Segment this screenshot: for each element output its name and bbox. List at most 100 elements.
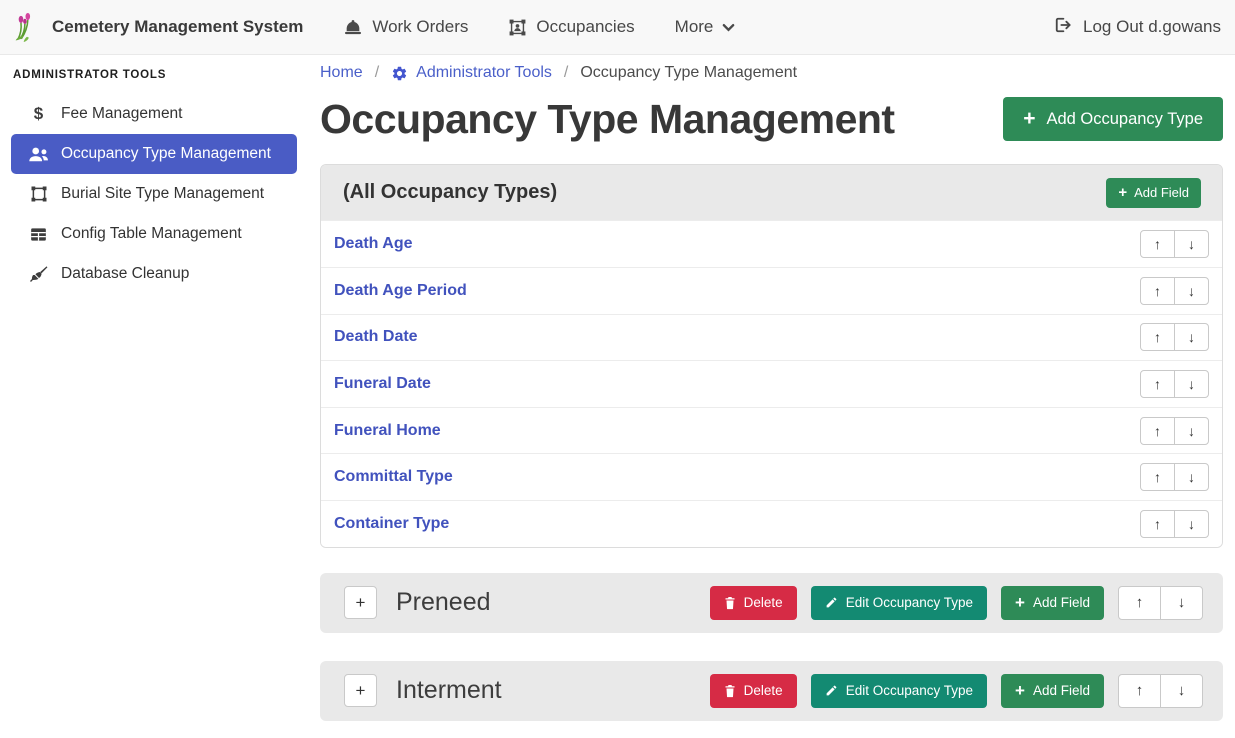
- reorder-controls: ↑ ↓: [1140, 510, 1209, 538]
- edit-occupancy-type-button[interactable]: Edit Occupancy Type: [811, 674, 987, 708]
- add-field-button[interactable]: + Add Field: [1001, 674, 1104, 708]
- brand-title: Cemetery Management System: [52, 17, 303, 37]
- reorder-controls: ↑ ↓: [1140, 230, 1209, 258]
- breadcrumb-home-link[interactable]: Home: [320, 64, 363, 82]
- field-link-death-date[interactable]: Death Date: [334, 328, 418, 346]
- move-up-button[interactable]: ↑: [1140, 463, 1175, 491]
- reorder-controls: ↑ ↓: [1140, 463, 1209, 491]
- field-row: Committal Type ↑ ↓: [321, 453, 1222, 500]
- expand-button[interactable]: +: [344, 586, 377, 619]
- field-row: Death Date ↑ ↓: [321, 314, 1222, 361]
- section-title: Preneed: [396, 588, 491, 617]
- page-title: Occupancy Type Management: [320, 95, 895, 143]
- field-link-death-age[interactable]: Death Age: [334, 235, 413, 253]
- vector-square-icon: [27, 185, 50, 203]
- move-up-button[interactable]: ↑: [1140, 370, 1175, 398]
- sidebar-item-burial-site-type-management[interactable]: Burial Site Type Management: [11, 174, 297, 214]
- sidebar-item-fee-management[interactable]: $ Fee Management: [11, 94, 297, 134]
- delete-button[interactable]: Delete: [710, 674, 797, 708]
- card-header: (All Occupancy Types) + Add Field: [321, 165, 1222, 220]
- add-occupancy-type-label: Add Occupancy Type: [1046, 110, 1203, 129]
- nav-more-label: More: [675, 17, 714, 37]
- move-up-button[interactable]: ↑: [1140, 230, 1175, 258]
- nav-item-work-orders[interactable]: Work Orders: [343, 17, 468, 37]
- plus-icon: +: [1015, 593, 1025, 613]
- field-link-committal-type[interactable]: Committal Type: [334, 468, 453, 486]
- move-down-button[interactable]: ↓: [1174, 277, 1209, 305]
- expand-button[interactable]: +: [344, 674, 377, 707]
- field-link-container-type[interactable]: Container Type: [334, 515, 449, 533]
- move-down-button[interactable]: ↓: [1174, 463, 1209, 491]
- occupancy-stamp-icon: [508, 18, 527, 37]
- move-up-button[interactable]: ↑: [1140, 417, 1175, 445]
- field-row: Funeral Date ↑ ↓: [321, 360, 1222, 407]
- app-brand[interactable]: Cemetery Management System: [14, 12, 303, 43]
- delete-button[interactable]: Delete: [710, 586, 797, 620]
- trash-icon: [724, 684, 736, 698]
- sidebar-item-config-table-management[interactable]: Config Table Management: [11, 214, 297, 254]
- breadcrumb: Home / Administrator Tools / Occupancy T…: [320, 64, 1223, 82]
- main-content: Home / Administrator Tools / Occupancy T…: [308, 55, 1235, 738]
- add-field-label: Add Field: [1033, 595, 1090, 610]
- delete-label: Delete: [744, 595, 783, 610]
- reorder-controls: ↑ ↓: [1140, 277, 1209, 305]
- sidebar-item-database-cleanup[interactable]: Database Cleanup: [11, 254, 297, 294]
- section-actions: Delete Edit Occupancy Type + Add Field ↑: [696, 674, 1203, 708]
- plus-icon: +: [1118, 184, 1127, 201]
- nav-occupancies-label: Occupancies: [536, 17, 634, 37]
- breadcrumb-separator: /: [564, 64, 568, 82]
- move-up-button[interactable]: ↑: [1140, 277, 1175, 305]
- field-link-funeral-home[interactable]: Funeral Home: [334, 422, 441, 440]
- add-field-button[interactable]: + Add Field: [1106, 178, 1201, 208]
- move-up-button[interactable]: ↑: [1140, 510, 1175, 538]
- sidebar-item-occupancy-type-management[interactable]: Occupancy Type Management: [11, 134, 297, 174]
- move-down-button[interactable]: ↓: [1174, 510, 1209, 538]
- chevron-down-icon: [722, 23, 735, 32]
- section-title: Interment: [396, 676, 502, 705]
- field-link-funeral-date[interactable]: Funeral Date: [334, 375, 431, 393]
- pencil-icon: [825, 596, 838, 609]
- move-down-button[interactable]: ↓: [1174, 417, 1209, 445]
- add-field-button[interactable]: + Add Field: [1001, 586, 1104, 620]
- sidebar-heading: ADMINISTRATOR TOOLS: [0, 62, 308, 94]
- move-down-button[interactable]: ↓: [1174, 323, 1209, 351]
- breadcrumb-admin-tools-link[interactable]: Administrator Tools: [391, 64, 552, 82]
- sidebar-item-label: Database Cleanup: [61, 265, 189, 283]
- gear-icon: [391, 65, 408, 82]
- move-down-button[interactable]: ↓: [1160, 674, 1203, 708]
- tulips-logo-icon: [14, 12, 42, 43]
- move-down-button[interactable]: ↓: [1174, 230, 1209, 258]
- nav-item-occupancies[interactable]: Occupancies: [508, 17, 634, 37]
- logout-label: Log Out d.gowans: [1083, 17, 1221, 37]
- nav-item-more[interactable]: More: [675, 17, 736, 37]
- move-up-button[interactable]: ↑: [1118, 586, 1161, 620]
- move-down-button[interactable]: ↓: [1160, 586, 1203, 620]
- top-navbar: Cemetery Management System Work Orders O…: [0, 0, 1235, 55]
- field-link-death-age-period[interactable]: Death Age Period: [334, 282, 467, 300]
- sidebar-item-label: Occupancy Type Management: [61, 145, 271, 163]
- logout-icon: [1053, 15, 1073, 40]
- add-field-label: Add Field: [1134, 185, 1189, 200]
- edit-occupancy-type-button[interactable]: Edit Occupancy Type: [811, 586, 987, 620]
- all-occupancy-types-card: (All Occupancy Types) + Add Field Death …: [320, 164, 1223, 547]
- move-down-button[interactable]: ↓: [1174, 370, 1209, 398]
- field-row: Container Type ↑ ↓: [321, 500, 1222, 547]
- logout-button[interactable]: Log Out d.gowans: [1053, 15, 1221, 40]
- edit-occupancy-type-label: Edit Occupancy Type: [846, 683, 973, 698]
- occupancy-type-section-preneed: + Preneed Delete: [320, 573, 1223, 633]
- table-icon: [27, 226, 50, 243]
- pencil-icon: [825, 684, 838, 697]
- breadcrumb-admin-tools-label: Administrator Tools: [416, 64, 552, 82]
- section-actions: Delete Edit Occupancy Type + Add Field ↑: [696, 586, 1203, 620]
- reorder-controls: ↑ ↓: [1118, 586, 1203, 620]
- delete-label: Delete: [744, 683, 783, 698]
- add-occupancy-type-button[interactable]: + Add Occupancy Type: [1003, 97, 1223, 141]
- field-row: Death Age ↑ ↓: [321, 220, 1222, 267]
- card-title: (All Occupancy Types): [343, 181, 557, 204]
- add-field-label: Add Field: [1033, 683, 1090, 698]
- edit-occupancy-type-label: Edit Occupancy Type: [846, 595, 973, 610]
- occupancy-type-section-interment: + Interment Delete: [320, 661, 1223, 721]
- move-up-button[interactable]: ↑: [1118, 674, 1161, 708]
- move-up-button[interactable]: ↑: [1140, 323, 1175, 351]
- trash-icon: [724, 596, 736, 610]
